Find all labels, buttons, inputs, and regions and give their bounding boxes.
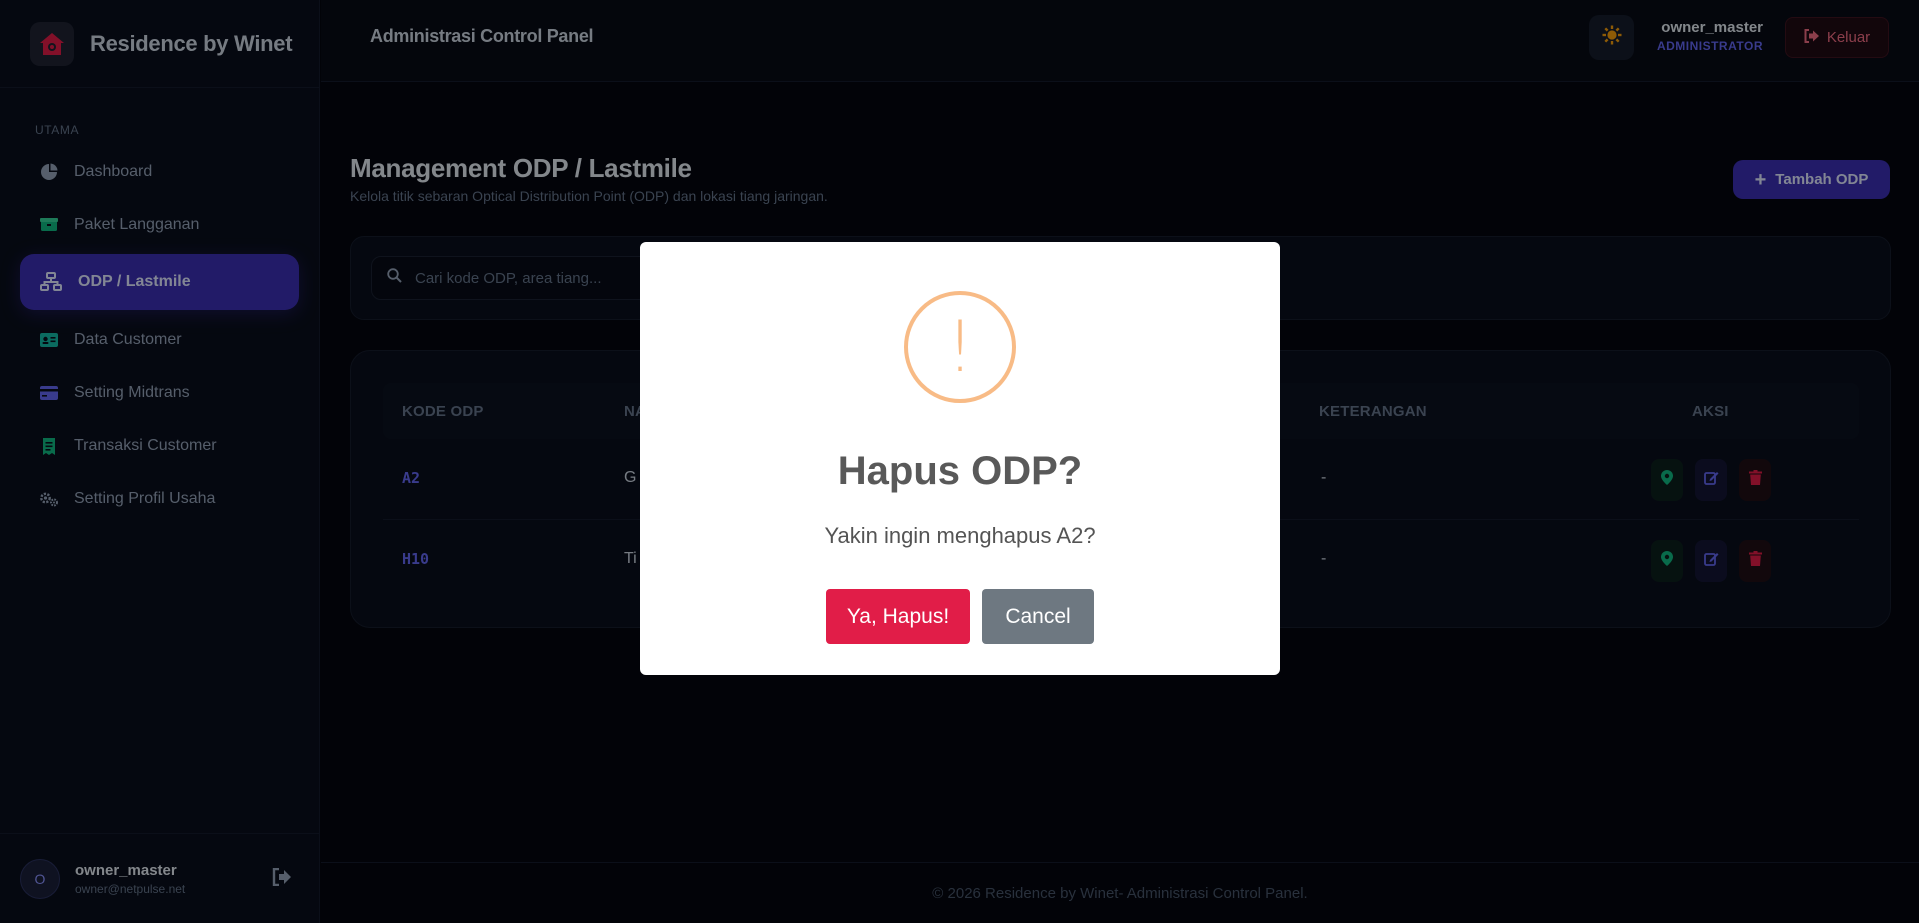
delete-confirm-dialog: ! Hapus ODP? Yakin ingin menghapus A2? Y… xyxy=(640,242,1280,675)
dialog-message: Yakin ingin menghapus A2? xyxy=(824,523,1096,548)
warning-icon: ! xyxy=(904,291,1016,403)
cancel-button[interactable]: Cancel xyxy=(982,589,1094,644)
warning-icon-glyph: ! xyxy=(945,306,975,388)
dialog-title: Hapus ODP? xyxy=(837,449,1083,493)
confirm-delete-button[interactable]: Ya, Hapus! xyxy=(826,589,970,644)
